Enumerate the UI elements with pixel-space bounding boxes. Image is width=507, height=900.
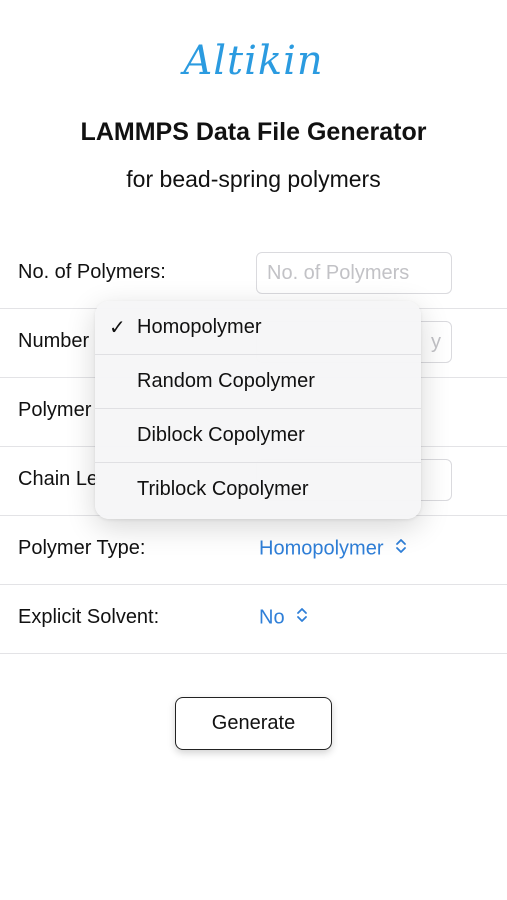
number-of-polymers-label: No. of Polymers: [18, 261, 166, 283]
chevron-up-down-icon [296, 606, 308, 630]
polymer-type-label: Polymer Type: [18, 537, 146, 559]
explicit-solvent-label: Explicit Solvent: [18, 606, 160, 628]
page-subtitle: for bead-spring polymers [126, 166, 381, 192]
chain-length-label: Chain Le [18, 468, 99, 490]
number-label: Number [18, 330, 90, 352]
menu-item-triblock-copolymer[interactable]: Triblock Copolymer [95, 463, 421, 517]
row-polymer-type: Polymer Type: Homopolymer [0, 516, 507, 585]
menu-item-homopolymer[interactable]: ✓ Homopolymer [95, 301, 421, 355]
checkmark-icon: ✓ [109, 317, 126, 339]
menu-item-label: Random Copolymer [137, 370, 315, 392]
polymer-type-picker[interactable]: Homopolymer [259, 537, 407, 561]
menu-item-label: Diblock Copolymer [137, 424, 305, 446]
altikin-logo: Altikin [183, 38, 324, 84]
menu-item-label: Triblock Copolymer [137, 478, 309, 500]
number-of-polymers-input[interactable]: No. of Polymers [256, 252, 452, 294]
number-input-placeholder: y [431, 331, 441, 353]
polymer-label: Polymer [18, 399, 92, 421]
chevron-up-down-icon [395, 537, 407, 561]
app-screen: Altikin LAMMPS Data File Generator for b… [0, 0, 507, 900]
menu-item-random-copolymer[interactable]: Random Copolymer [95, 355, 421, 409]
polymer-type-value: Homopolymer [259, 537, 384, 560]
menu-item-label: Homopolymer [137, 316, 262, 338]
polymer-type-dropdown-menu: ✓ Homopolymer Random Copolymer Diblock C… [95, 301, 421, 519]
generate-button[interactable]: Generate [175, 697, 332, 750]
explicit-solvent-value: No [259, 606, 285, 629]
page-title: LAMMPS Data File Generator [80, 118, 427, 146]
explicit-solvent-picker[interactable]: No [259, 606, 308, 630]
row-number-of-polymers: No. of Polymers: No. of Polymers [0, 240, 507, 309]
row-explicit-solvent: Explicit Solvent: No [0, 585, 507, 654]
menu-item-diblock-copolymer[interactable]: Diblock Copolymer [95, 409, 421, 463]
